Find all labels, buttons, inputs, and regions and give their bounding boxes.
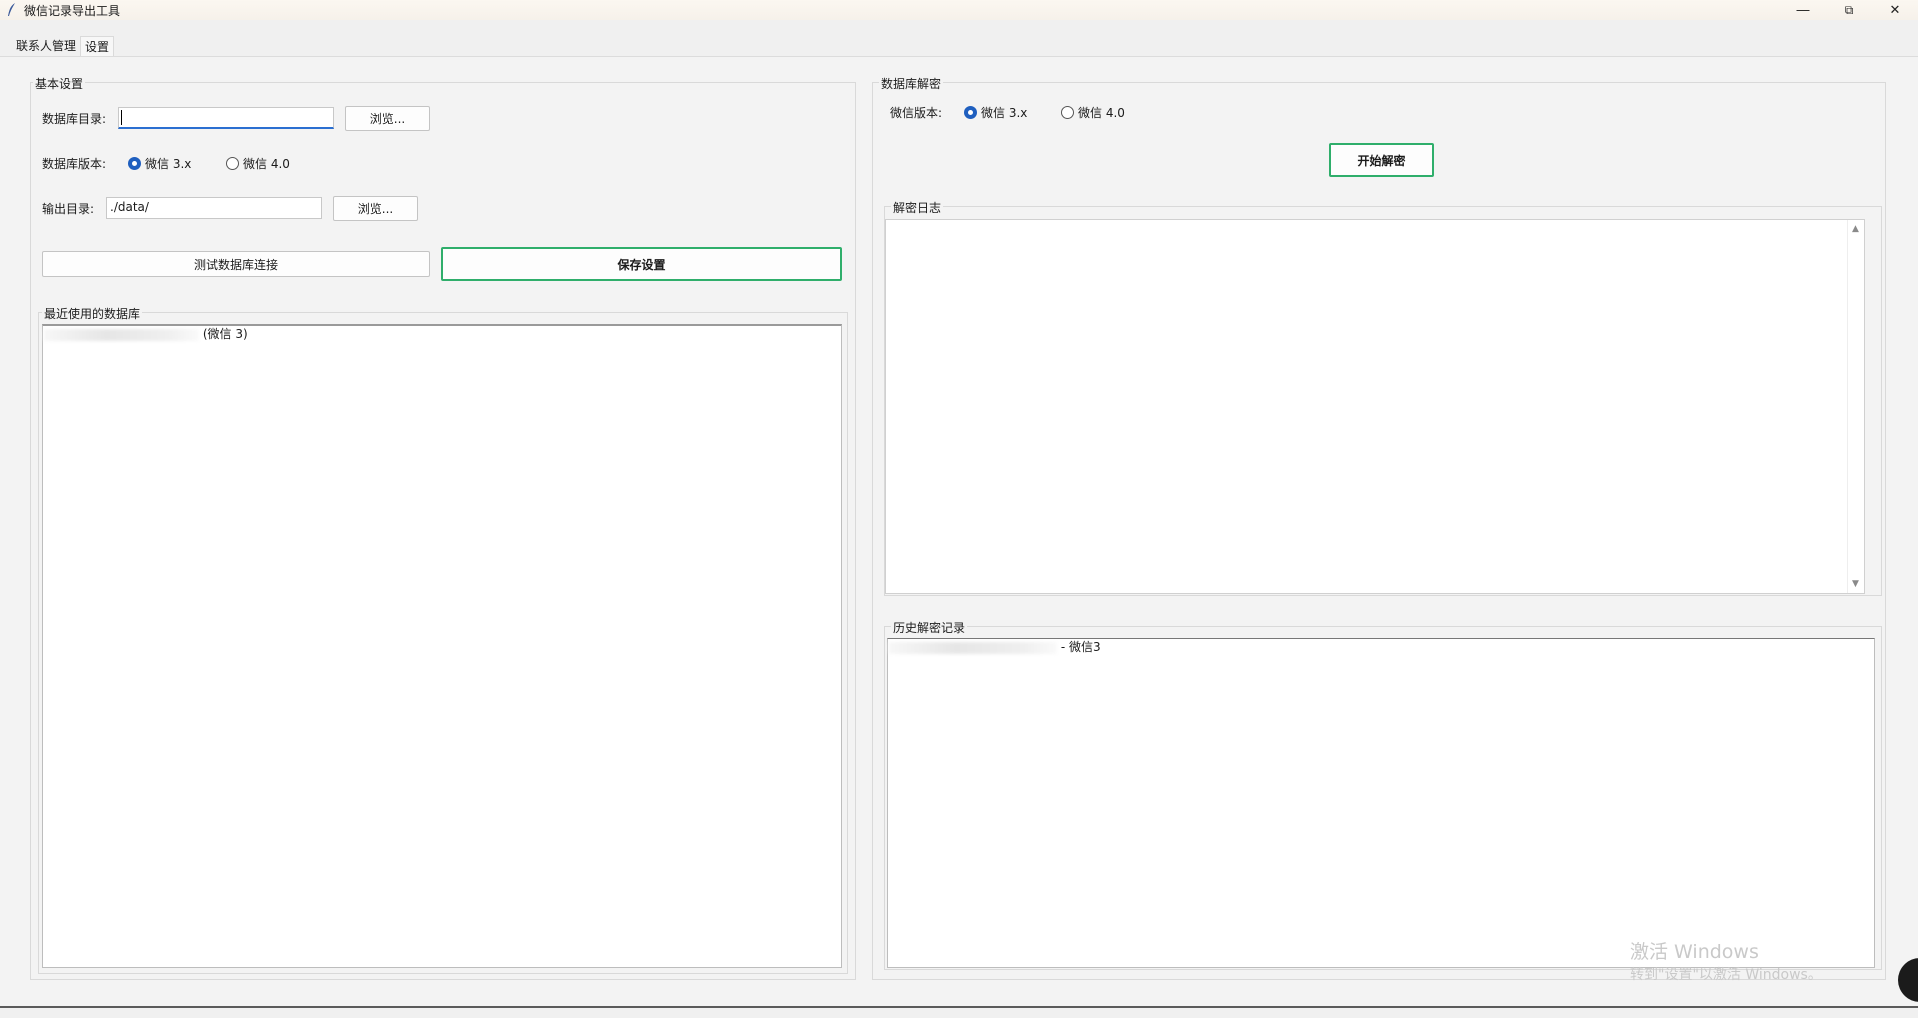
status-bar bbox=[0, 1006, 1918, 1018]
restore-button[interactable]: ⧉ bbox=[1826, 0, 1872, 20]
radio-decrypt-version-40[interactable]: 微信 4.0 bbox=[1061, 104, 1125, 121]
close-icon: ✕ bbox=[1889, 2, 1901, 18]
radio-unchecked-icon bbox=[1061, 106, 1074, 119]
tab-bar: 联系人管理 设置 bbox=[12, 36, 115, 56]
tab-settings[interactable]: 设置 bbox=[80, 36, 115, 56]
scroll-down-icon[interactable]: ▼ bbox=[1852, 579, 1859, 589]
scroll-up-icon[interactable]: ▲ bbox=[1852, 224, 1859, 234]
restore-icon: ⧉ bbox=[1844, 2, 1854, 17]
radio-label: 微信 3.x bbox=[981, 106, 1028, 120]
list-item[interactable]: - 微信3 bbox=[888, 639, 1874, 655]
radio-unchecked-icon bbox=[226, 157, 239, 170]
list-item-suffix: (微信 3) bbox=[202, 327, 248, 341]
save-settings-button[interactable]: 保存设置 bbox=[441, 247, 842, 281]
vertical-scrollbar[interactable]: ▲ ▼ bbox=[1847, 220, 1864, 593]
decrypt-log-textarea[interactable]: ▲ ▼ bbox=[885, 219, 1865, 594]
close-button[interactable]: ✕ bbox=[1872, 0, 1918, 20]
minimize-button[interactable]: ― bbox=[1780, 0, 1826, 20]
db-dir-label: 数据库目录: bbox=[42, 112, 107, 126]
activation-watermark-subtitle: 转到"设置"以激活 Windows。 bbox=[1630, 967, 1822, 983]
activation-watermark-title: 激活 Windows bbox=[1630, 941, 1759, 963]
output-dir-input[interactable]: ./data/ bbox=[106, 197, 322, 219]
test-connection-button[interactable]: 测试数据库连接 bbox=[42, 251, 430, 277]
title-bar: 微信记录导出工具 ― ⧉ ✕ bbox=[0, 0, 1918, 20]
radio-label: 微信 4.0 bbox=[243, 157, 290, 171]
db-version-label: 数据库版本: bbox=[42, 157, 107, 171]
start-decrypt-button[interactable]: 开始解密 bbox=[1329, 143, 1434, 177]
radio-label: 微信 4.0 bbox=[1078, 106, 1125, 120]
group-title: 历史解密记录 bbox=[891, 619, 968, 636]
text-cursor bbox=[121, 110, 122, 125]
tab-contacts[interactable]: 联系人管理 bbox=[12, 36, 80, 56]
group-title: 最近使用的数据库 bbox=[42, 305, 143, 322]
list-item-suffix: - 微信3 bbox=[1060, 640, 1101, 654]
history-list[interactable]: - 微信3 bbox=[887, 638, 1875, 968]
browse-db-dir-button[interactable]: 浏览... bbox=[345, 106, 430, 131]
list-item[interactable]: (微信 3) bbox=[43, 326, 841, 342]
browse-output-dir-button[interactable]: 浏览... bbox=[333, 196, 418, 221]
redacted-path bbox=[44, 328, 199, 341]
group-title: 基本设置 bbox=[33, 75, 86, 92]
radio-checked-icon bbox=[128, 157, 141, 170]
minimize-icon: ― bbox=[1796, 2, 1810, 18]
recent-db-list[interactable]: (微信 3) bbox=[42, 324, 842, 968]
redacted-path bbox=[889, 641, 1057, 654]
radio-version-40[interactable]: 微信 4.0 bbox=[226, 155, 290, 172]
radio-version-3x[interactable]: 微信 3.x bbox=[128, 155, 191, 172]
feather-icon bbox=[4, 2, 20, 18]
group-title: 解密日志 bbox=[891, 199, 944, 216]
radio-label: 微信 3.x bbox=[145, 157, 192, 171]
window-title: 微信记录导出工具 bbox=[24, 3, 121, 18]
output-dir-label: 输出目录: bbox=[42, 202, 95, 216]
radio-decrypt-version-3x[interactable]: 微信 3.x bbox=[964, 104, 1027, 121]
wechat-version-label: 微信版本: bbox=[890, 106, 943, 120]
group-title: 数据库解密 bbox=[879, 75, 944, 92]
radio-checked-icon bbox=[964, 106, 977, 119]
db-dir-input[interactable] bbox=[118, 107, 334, 129]
